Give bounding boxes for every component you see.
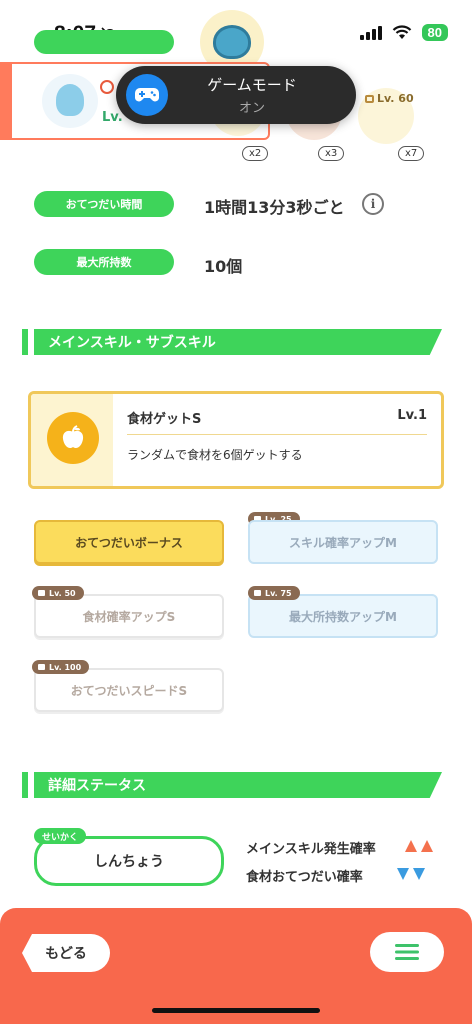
main-skill-description: ランダムで食材を6個ゲットする: [127, 448, 303, 462]
ingredient-1-count: x2: [242, 146, 269, 161]
ingredient-lock-label: Lv. 60: [377, 92, 414, 105]
main-skill-level: Lv.1: [397, 408, 427, 423]
pokemon-level-label: Lv.: [102, 110, 123, 125]
max-carry-label: 最大所持数: [34, 249, 174, 275]
stat-down-arrows-icon: [397, 868, 425, 880]
subskill-3-button[interactable]: 食材確率アップS: [34, 594, 224, 638]
wifi-icon: [392, 25, 411, 39]
subskill-5-button[interactable]: おてつだいスピードS: [34, 668, 224, 712]
home-indicator[interactable]: [152, 1008, 320, 1013]
pokeball-icon: [100, 80, 114, 94]
lock-icon: [38, 664, 45, 670]
main-skill-name: 食材ゲットS: [127, 412, 202, 427]
stat-up-arrows-icon: [405, 840, 433, 852]
divider: [127, 434, 427, 435]
max-carry-value: 10個: [204, 257, 243, 276]
main-skill-card[interactable]: 食材ゲットS Lv.1 ランダムで食材を6個ゲットする: [28, 391, 444, 489]
battery-indicator: 80: [421, 24, 448, 41]
lock-icon: [254, 590, 261, 596]
subskill-4-button[interactable]: 最大所持数アップM: [248, 594, 438, 638]
game-mode-status: オン: [238, 101, 265, 116]
subskill-4-lock-badge: Lv. 75: [248, 586, 300, 600]
nature-down-stat: 食材おてつだい確率: [246, 870, 363, 885]
cellular-signal-icon: [359, 25, 382, 40]
ingredient-3-count: x7: [398, 146, 425, 161]
details-section-header: 詳細ステータス: [22, 772, 442, 798]
subskill-4-lock-label: Lv. 75: [265, 588, 292, 598]
gamepad-icon: [126, 74, 168, 116]
menu-button[interactable]: [370, 932, 444, 972]
nature-up-stat: メインスキル発生確率: [246, 842, 376, 857]
ingredient-2-count: x3: [318, 146, 345, 161]
info-icon[interactable]: i: [362, 193, 384, 215]
skills-section-title: メインスキル・サブスキル: [34, 329, 442, 355]
subskill-5-lock-badge: Lv. 100: [32, 660, 90, 674]
help-time-label: おてつだい時間: [34, 191, 174, 217]
subskill-2-button[interactable]: スキル確率アップM: [248, 520, 438, 564]
hamburger-menu-icon: [395, 944, 419, 960]
subskill-3-lock-label: Lv. 50: [49, 588, 76, 598]
nature-tag: せいかく: [34, 828, 87, 844]
lock-icon: [365, 95, 374, 103]
lock-icon: [38, 590, 45, 596]
game-mode-notification[interactable]: ゲームモード オン: [116, 66, 356, 124]
details-section-title: 詳細ステータス: [34, 772, 442, 798]
skills-section-header: メインスキル・サブスキル: [22, 329, 442, 355]
subskill-3-lock-badge: Lv. 50: [32, 586, 84, 600]
ingredient-3-lock-level: Lv. 60: [365, 92, 414, 105]
pokemon-image: [42, 74, 98, 128]
subskill-5-lock-label: Lv. 100: [49, 662, 82, 672]
apple-icon: [47, 412, 99, 464]
game-mode-title: ゲームモード: [207, 76, 297, 94]
back-button[interactable]: もどる: [22, 934, 110, 972]
subskill-1-button[interactable]: おてつだいボーナス: [34, 520, 224, 564]
top-label-pill: [34, 30, 174, 54]
help-time-value: 1時間13分3秒ごと: [204, 198, 345, 217]
